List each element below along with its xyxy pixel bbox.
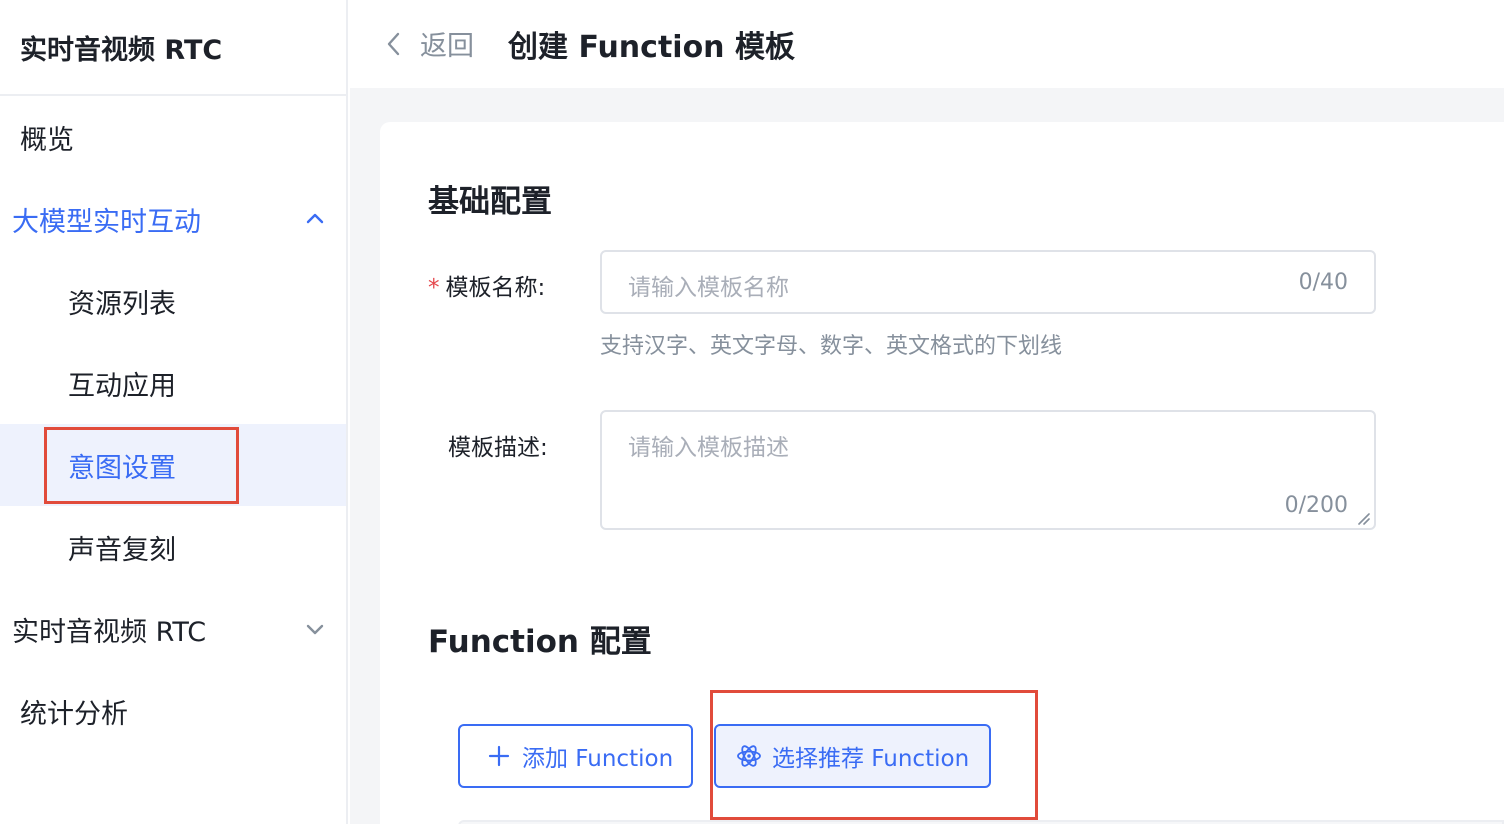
required-mark: * xyxy=(428,275,440,301)
add-function-button[interactable]: 添加 Function xyxy=(458,724,693,788)
sidebar-group-llm-interaction[interactable]: 大模型实时互动 xyxy=(0,178,346,260)
template-name-label-text: 模板名称: xyxy=(445,275,546,301)
add-function-label: 添加 Function xyxy=(522,746,674,772)
sidebar-item-intent-settings[interactable]: 意图设置 xyxy=(0,424,346,506)
template-name-char-count: 0/40 xyxy=(1298,270,1348,295)
sidebar-item-label: 实时音视频 RTC xyxy=(12,616,207,648)
sidebar-item-label: 概览 xyxy=(20,124,74,156)
plus-icon xyxy=(486,743,512,769)
select-recommended-function-label: 选择推荐 Function xyxy=(772,746,970,772)
sidebar-item-resource-list[interactable]: 资源列表 xyxy=(0,260,346,342)
back-link[interactable]: 返回 xyxy=(420,24,474,63)
template-desc-textarea[interactable]: 请输入模板描述 0/200 xyxy=(600,410,1376,530)
template-desc-label: 模板描述: xyxy=(448,435,548,461)
main-area: 基础配置 * 模板名称: 请输入模板名称 0/40 支持汉字、英文字母、数字、英文… xyxy=(350,88,1504,824)
function-list-area xyxy=(458,820,1504,824)
function-config-title: Function 配置 xyxy=(428,624,652,660)
template-desc-placeholder: 请输入模板描述 xyxy=(628,435,789,461)
sidebar-item-overview[interactable]: 概览 xyxy=(0,96,346,178)
sidebar-item-label: 资源列表 xyxy=(68,288,176,320)
template-name-input[interactable]: 请输入模板名称 0/40 xyxy=(600,250,1376,314)
sidebar-header: 实时音视频 RTC xyxy=(0,0,346,96)
sidebar-item-statistics[interactable]: 统计分析 xyxy=(0,670,346,752)
sidebar-title: 实时音视频 RTC xyxy=(20,34,223,66)
resize-handle-icon[interactable] xyxy=(1356,510,1370,525)
page-title: 创建 Function 模板 xyxy=(508,30,795,65)
sidebar-item-label: 大模型实时互动 xyxy=(12,206,201,238)
chevron-down-icon xyxy=(304,618,326,640)
top-bar: 返回 创建 Function 模板 xyxy=(350,0,1504,88)
sidebar-group-rtc[interactable]: 实时音视频 RTC xyxy=(0,588,346,670)
chevron-up-icon xyxy=(304,208,326,230)
sidebar-item-label: 意图设置 xyxy=(68,452,176,484)
select-recommended-function-button[interactable]: 选择推荐 Function xyxy=(714,724,991,788)
sidebar-item-label: 声音复刻 xyxy=(68,534,176,566)
chevron-left-icon[interactable] xyxy=(382,30,406,58)
sidebar-item-label: 统计分析 xyxy=(20,698,128,730)
sidebar-item-label: 互动应用 xyxy=(68,370,176,402)
form-card: 基础配置 * 模板名称: 请输入模板名称 0/40 支持汉字、英文字母、数字、英文… xyxy=(380,122,1504,824)
sidebar-item-voice-clone[interactable]: 声音复刻 xyxy=(0,506,346,588)
template-name-label: * 模板名称: xyxy=(428,268,545,302)
atom-icon xyxy=(736,743,762,769)
template-name-hint: 支持汉字、英文字母、数字、英文格式的下划线 xyxy=(600,334,1063,359)
sidebar: 实时音视频 RTC 概览 大模型实时互动 资源列表 互动应用 意图设置 声音复刻… xyxy=(0,0,348,824)
template-name-placeholder: 请输入模板名称 xyxy=(628,275,789,301)
basic-config-title: 基础配置 xyxy=(428,184,552,220)
sidebar-item-interactive-apps[interactable]: 互动应用 xyxy=(0,342,346,424)
template-desc-char-count: 0/200 xyxy=(1284,493,1348,518)
